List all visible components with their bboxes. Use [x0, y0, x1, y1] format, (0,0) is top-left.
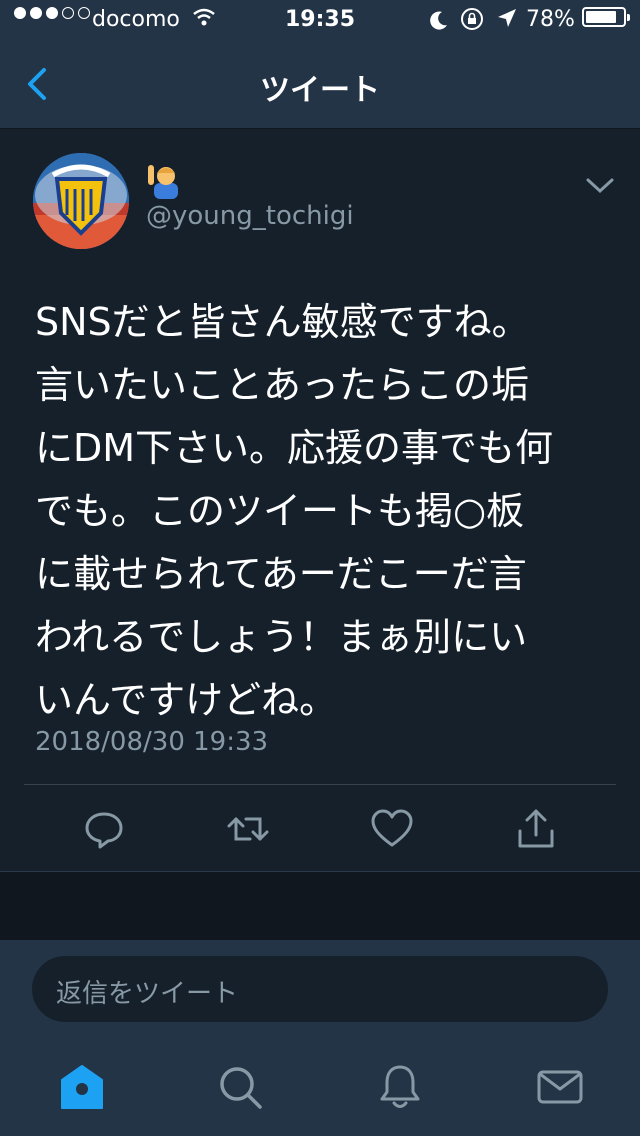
tweet-text-line: われるでしょう！まぁ別にい — [35, 615, 528, 659]
page-title: ツイート — [260, 73, 380, 108]
tweet-text-line: SNSだと皆さん敏感ですね。 — [35, 300, 530, 344]
section-separator — [0, 871, 640, 941]
messages-icon[interactable] — [535, 1062, 585, 1112]
tweet-text-line: いんですけどね。 — [35, 678, 338, 722]
reply-icon[interactable] — [80, 805, 128, 853]
tweet-timestamp: 2018/08/30 19:33 — [35, 727, 269, 757]
do-not-disturb-icon — [430, 11, 447, 30]
navigation-bar: ツイート — [0, 40, 640, 129]
retweet-icon[interactable] — [224, 805, 272, 853]
tweet-text: SNSだと皆さん敏感ですね。 言いたいことあったらこの垢 にDM下さい。応援の事… — [35, 291, 615, 732]
author-handle[interactable]: @young_tochigi — [146, 201, 354, 231]
tweet-detail: @young_tochigi SNSだと皆さん敏感ですね。 言いたいことあったら… — [0, 129, 640, 871]
tweet-text-line: 言いたいことあったらこの垢 — [35, 363, 530, 407]
tweet-text-line: にDM下さい。応援の事でも何 — [35, 426, 554, 470]
avatar[interactable] — [33, 153, 129, 249]
bottom-bar: 返信をツイート — [0, 940, 640, 1136]
battery-percent: 78% — [526, 7, 575, 32]
location-arrow-icon — [498, 9, 516, 27]
home-icon[interactable] — [57, 1062, 107, 1112]
search-icon[interactable] — [215, 1062, 265, 1112]
battery-icon — [582, 7, 630, 27]
like-icon[interactable] — [368, 805, 416, 853]
tweet-text-line: に載せられてあーだこーだ言 — [35, 552, 527, 596]
reply-placeholder: 返信をツイート — [56, 979, 239, 1009]
divider — [24, 784, 616, 785]
tweet-text-line: でも。このツイートも掲○板 — [35, 489, 525, 533]
person-raising-hand-emoji-icon — [148, 165, 178, 199]
reply-input[interactable]: 返信をツイート — [32, 956, 608, 1022]
rotation-lock-icon — [461, 8, 483, 30]
notifications-icon[interactable] — [375, 1062, 425, 1112]
chevron-down-icon[interactable] — [584, 175, 616, 197]
status-bar: docomo 19:35 78% — [0, 0, 640, 40]
share-icon[interactable] — [512, 805, 560, 853]
